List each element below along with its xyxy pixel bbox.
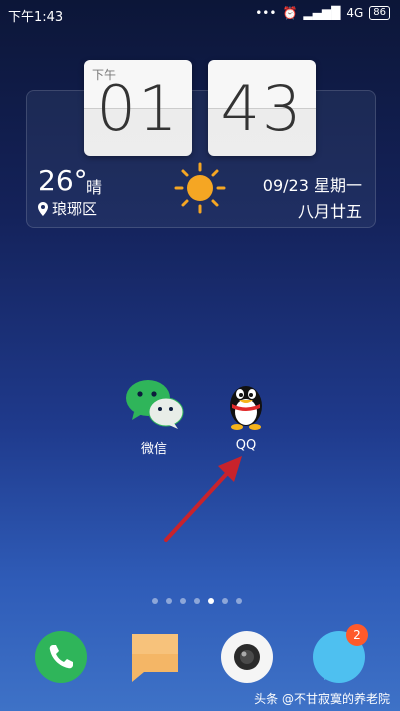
battery-icon: 86	[369, 6, 390, 20]
page-dot[interactable]	[166, 598, 172, 604]
dock-camera[interactable]	[220, 630, 274, 684]
page-dot-active[interactable]	[208, 598, 214, 604]
hour-flip-card[interactable]: 下午 01	[84, 60, 192, 156]
alarm-icon: ⏰	[282, 6, 298, 20]
status-bar: 下午1:43 ••• ⏰ ▂▄▆█ 4G 86	[0, 0, 400, 28]
notification-badge: 2	[346, 624, 368, 646]
date-label: 09/23 星期一	[262, 176, 362, 195]
signal-icon: ▂▄▆█	[303, 6, 341, 20]
location-label: 琅琊区	[52, 200, 98, 218]
page-indicator[interactable]	[152, 598, 242, 604]
sun-icon	[174, 162, 226, 214]
location-pin-icon	[38, 201, 48, 216]
app-wechat[interactable]: 微信	[114, 378, 194, 457]
dock-phone[interactable]	[34, 630, 88, 684]
app-qq[interactable]: QQ	[206, 378, 286, 453]
status-time: 下午1:43	[8, 10, 64, 25]
page-dot[interactable]	[222, 598, 228, 604]
camera-icon	[221, 631, 273, 683]
lunar-date-label: 八月廿五	[297, 202, 362, 221]
watermark: 头条 @不甘寂寞的养老院	[254, 692, 390, 706]
dots-icon: •••	[255, 6, 277, 20]
minute-digits: 43	[220, 72, 304, 145]
page-dot[interactable]	[236, 598, 242, 604]
hour-digits: 01	[96, 72, 180, 145]
page-dot[interactable]	[194, 598, 200, 604]
qq-penguin-icon	[230, 386, 262, 430]
dock-messages[interactable]	[128, 630, 182, 684]
status-icons: ••• ⏰ ▂▄▆█ 4G 86	[255, 6, 390, 20]
arrow-annotation-icon	[164, 456, 242, 542]
page-dot[interactable]	[152, 598, 158, 604]
wechat-icon	[126, 380, 184, 429]
phone-icon	[35, 631, 87, 683]
network-type: 4G	[346, 6, 364, 20]
temperature: 26°	[38, 164, 88, 197]
dock-chat[interactable]: 2	[312, 624, 368, 684]
weather-condition: 晴	[86, 178, 103, 197]
location: 琅琊区	[38, 198, 97, 219]
page-dot[interactable]	[180, 598, 186, 604]
minute-flip-card[interactable]: 43	[208, 60, 316, 156]
messages-icon	[132, 634, 178, 682]
